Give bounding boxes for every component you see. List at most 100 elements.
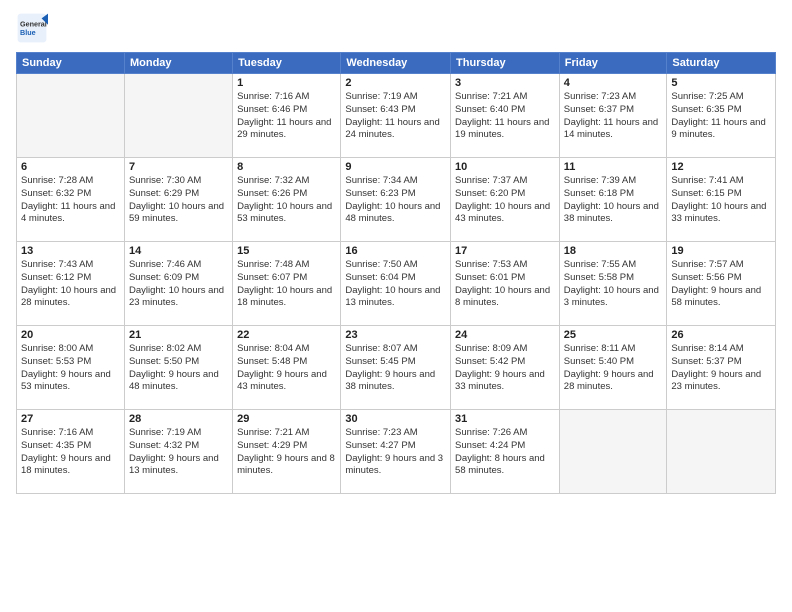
day-number: 20 [21,329,120,341]
day-info: Sunrise: 7:32 AM Sunset: 6:26 PM Dayligh… [237,175,336,226]
day-number: 17 [455,245,555,257]
day-info: Sunrise: 7:21 AM Sunset: 6:40 PM Dayligh… [455,91,555,142]
day-info: Sunrise: 8:02 AM Sunset: 5:50 PM Dayligh… [129,343,228,394]
day-number: 31 [455,413,555,425]
day-number: 21 [129,329,228,341]
day-info: Sunrise: 7:43 AM Sunset: 6:12 PM Dayligh… [21,259,120,310]
day-number: 5 [671,77,771,89]
day-info: Sunrise: 8:14 AM Sunset: 5:37 PM Dayligh… [671,343,771,394]
day-number: 8 [237,161,336,173]
day-info: Sunrise: 8:11 AM Sunset: 5:40 PM Dayligh… [564,343,663,394]
day-number: 6 [21,161,120,173]
calendar-cell: 30 Sunrise: 7:23 AM Sunset: 4:27 PM Dayli… [341,410,451,494]
day-number: 1 [237,77,336,89]
calendar-cell: 1 Sunrise: 7:16 AM Sunset: 6:46 PM Daylig… [233,74,341,158]
day-number: 2 [345,77,446,89]
day-info: Sunrise: 7:53 AM Sunset: 6:01 PM Dayligh… [455,259,555,310]
calendar-cell: 15 Sunrise: 7:48 AM Sunset: 6:07 PM Dayli… [233,242,341,326]
week-row-4: 20Sunrise: 8:00 AM Sunset: 5:53 PM Dayli… [17,326,776,410]
calendar-cell: 9Sunrise: 7:34 AM Sunset: 6:23 PM Daylig… [341,158,451,242]
calendar-cell: 2 Sunrise: 7:19 AM Sunset: 6:43 PM Daylig… [341,74,451,158]
day-number: 9 [345,161,446,173]
day-info: Sunrise: 7:39 AM Sunset: 6:18 PM Dayligh… [564,175,663,226]
calendar-cell: 24 Sunrise: 8:09 AM Sunset: 5:42 PM Dayli… [451,326,560,410]
day-number: 10 [455,161,555,173]
day-info: Sunrise: 7:48 AM Sunset: 6:07 PM Dayligh… [237,259,336,310]
day-number: 24 [455,329,555,341]
day-number: 26 [671,329,771,341]
day-info: Sunrise: 7:23 AM Sunset: 6:37 PM Dayligh… [564,91,663,142]
day-number: 4 [564,77,663,89]
calendar-cell: 25Sunrise: 8:11 AM Sunset: 5:40 PM Dayli… [559,326,667,410]
day-number: 18 [564,245,663,257]
day-info: Sunrise: 7:46 AM Sunset: 6:09 PM Dayligh… [129,259,228,310]
day-info: Sunrise: 7:16 AM Sunset: 4:35 PM Dayligh… [21,427,120,478]
day-info: Sunrise: 7:26 AM Sunset: 4:24 PM Dayligh… [455,427,555,478]
calendar-cell: 22 Sunrise: 8:04 AM Sunset: 5:48 PM Dayli… [233,326,341,410]
calendar-cell: 8 Sunrise: 7:32 AM Sunset: 6:26 PM Daylig… [233,158,341,242]
day-number: 3 [455,77,555,89]
day-info: Sunrise: 7:25 AM Sunset: 6:35 PM Dayligh… [671,91,771,142]
calendar-cell: 13 Sunrise: 7:43 AM Sunset: 6:12 PM Dayli… [17,242,125,326]
calendar-cell: 19 Sunrise: 7:57 AM Sunset: 5:56 PM Dayli… [667,242,776,326]
day-number: 19 [671,245,771,257]
calendar-cell [124,74,232,158]
day-info: Sunrise: 7:37 AM Sunset: 6:20 PM Dayligh… [455,175,555,226]
day-number: 30 [345,413,446,425]
calendar-cell [17,74,125,158]
calendar-cell: 18 Sunrise: 7:55 AM Sunset: 5:58 PM Dayli… [559,242,667,326]
day-number: 12 [671,161,771,173]
week-row-1: 1 Sunrise: 7:16 AM Sunset: 6:46 PM Daylig… [17,74,776,158]
calendar-cell [667,410,776,494]
weekday-header-friday: Friday [559,53,667,74]
calendar-cell: 5 Sunrise: 7:25 AM Sunset: 6:35 PM Daylig… [667,74,776,158]
day-info: Sunrise: 8:07 AM Sunset: 5:45 PM Dayligh… [345,343,446,394]
day-number: 29 [237,413,336,425]
calendar-cell: 10 Sunrise: 7:37 AM Sunset: 6:20 PM Dayli… [451,158,560,242]
day-info: Sunrise: 8:09 AM Sunset: 5:42 PM Dayligh… [455,343,555,394]
calendar-cell: 21 Sunrise: 8:02 AM Sunset: 5:50 PM Dayli… [124,326,232,410]
calendar-cell: 3 Sunrise: 7:21 AM Sunset: 6:40 PM Daylig… [451,74,560,158]
day-number: 23 [345,329,446,341]
day-number: 11 [564,161,663,173]
day-info: Sunrise: 7:19 AM Sunset: 6:43 PM Dayligh… [345,91,446,142]
calendar-cell: 14Sunrise: 7:46 AM Sunset: 6:09 PM Dayli… [124,242,232,326]
day-info: Sunrise: 7:50 AM Sunset: 6:04 PM Dayligh… [345,259,446,310]
day-number: 22 [237,329,336,341]
calendar-cell: 27 Sunrise: 7:16 AM Sunset: 4:35 PM Dayli… [17,410,125,494]
calendar-cell: 26 Sunrise: 8:14 AM Sunset: 5:37 PM Dayli… [667,326,776,410]
calendar-cell: 16Sunrise: 7:50 AM Sunset: 6:04 PM Dayli… [341,242,451,326]
calendar-table: SundayMondayTuesdayWednesdayThursdayFrid… [16,52,776,494]
day-number: 27 [21,413,120,425]
calendar-cell: 28 Sunrise: 7:19 AM Sunset: 4:32 PM Dayli… [124,410,232,494]
day-info: Sunrise: 7:57 AM Sunset: 5:56 PM Dayligh… [671,259,771,310]
day-info: Sunrise: 8:04 AM Sunset: 5:48 PM Dayligh… [237,343,336,394]
logo: General Blue [16,12,48,44]
day-number: 13 [21,245,120,257]
day-number: 28 [129,413,228,425]
day-info: Sunrise: 7:16 AM Sunset: 6:46 PM Dayligh… [237,91,336,142]
weekday-header-sunday: Sunday [17,53,125,74]
day-info: Sunrise: 7:41 AM Sunset: 6:15 PM Dayligh… [671,175,771,226]
calendar-cell: 31 Sunrise: 7:26 AM Sunset: 4:24 PM Dayli… [451,410,560,494]
day-number: 15 [237,245,336,257]
day-info: Sunrise: 7:28 AM Sunset: 6:32 PM Dayligh… [21,175,120,226]
calendar-cell: 7Sunrise: 7:30 AM Sunset: 6:29 PM Daylig… [124,158,232,242]
day-info: Sunrise: 7:21 AM Sunset: 4:29 PM Dayligh… [237,427,336,478]
day-number: 7 [129,161,228,173]
weekday-header-saturday: Saturday [667,53,776,74]
day-info: Sunrise: 7:23 AM Sunset: 4:27 PM Dayligh… [345,427,446,478]
calendar-cell: 6 Sunrise: 7:28 AM Sunset: 6:32 PM Daylig… [17,158,125,242]
calendar-cell: 4 Sunrise: 7:23 AM Sunset: 6:37 PM Daylig… [559,74,667,158]
logo-icon: General Blue [16,12,48,44]
weekday-header-thursday: Thursday [451,53,560,74]
day-info: Sunrise: 7:19 AM Sunset: 4:32 PM Dayligh… [129,427,228,478]
svg-text:Blue: Blue [20,28,36,37]
week-row-3: 13 Sunrise: 7:43 AM Sunset: 6:12 PM Dayli… [17,242,776,326]
weekday-header-wednesday: Wednesday [341,53,451,74]
weekday-header-tuesday: Tuesday [233,53,341,74]
calendar-cell: 17 Sunrise: 7:53 AM Sunset: 6:01 PM Dayli… [451,242,560,326]
calendar-cell: 11 Sunrise: 7:39 AM Sunset: 6:18 PM Dayli… [559,158,667,242]
calendar-cell: 29 Sunrise: 7:21 AM Sunset: 4:29 PM Dayli… [233,410,341,494]
day-info: Sunrise: 7:55 AM Sunset: 5:58 PM Dayligh… [564,259,663,310]
